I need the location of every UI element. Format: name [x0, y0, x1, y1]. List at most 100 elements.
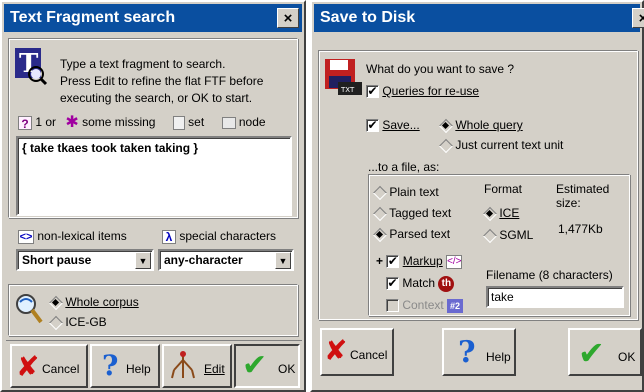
- radio-selected[interactable]: [440, 120, 452, 132]
- plain-text-radio[interactable]: Plain text: [374, 182, 451, 203]
- checkbox-checked[interactable]: ✔: [366, 85, 379, 99]
- tagged-text-label: Tagged text: [389, 206, 452, 220]
- angle-brackets-icon: <>: [18, 229, 34, 244]
- cancel-label: Cancel: [42, 362, 80, 376]
- whole-query-label: Whole query: [455, 118, 523, 132]
- set-icon: [172, 115, 185, 130]
- query-textarea[interactable]: { take tkaes took taken taking }: [16, 136, 292, 216]
- help-question-icon: ?: [458, 335, 476, 370]
- checkbox-checked[interactable]: ✔: [386, 277, 399, 291]
- format-ice-radio[interactable]: ICE: [484, 206, 519, 220]
- ok-label: OK: [618, 350, 636, 364]
- cancel-button[interactable]: ✘ Cancel: [320, 328, 394, 376]
- cancel-x-icon: ✘: [16, 351, 40, 382]
- intro-line-2: Press Edit to refine the flat FTF before: [60, 74, 264, 88]
- title-bar: Text Fragment search ×: [4, 4, 302, 32]
- pause-select-value: Short pause: [22, 253, 92, 267]
- radio-selected[interactable]: [50, 297, 62, 309]
- intro-line-1: Type a text fragment to search.: [60, 57, 226, 71]
- radio-unselected[interactable]: [374, 187, 386, 199]
- estimated-size-value: 1,477Kb: [558, 222, 603, 236]
- radio-selected[interactable]: [374, 229, 386, 241]
- radio-unselected[interactable]: [484, 230, 496, 242]
- save-checkbox[interactable]: ✔ Save...: [366, 118, 420, 133]
- expand-plus-icon: +: [376, 254, 384, 268]
- close-button[interactable]: ×: [277, 8, 299, 28]
- checkbox-checked[interactable]: ✔: [386, 255, 400, 269]
- context-label: Context: [402, 298, 444, 312]
- markup-tag-icon: </>: [446, 254, 463, 269]
- text-search-icon: T: [14, 46, 48, 86]
- question-mark-icon: ?: [18, 115, 32, 131]
- legend-row: ? 1 or ✱ some missing set node: [18, 113, 266, 131]
- nonlexical-label: non-lexical items: [37, 229, 127, 243]
- ok-button[interactable]: ✔ OK: [234, 344, 300, 388]
- special-characters-button[interactable]: λ special characters: [162, 228, 276, 244]
- format-sgml-radio[interactable]: SGML: [484, 228, 533, 242]
- special-characters-label: special characters: [179, 229, 277, 243]
- checkbox-checked[interactable]: ✔: [366, 119, 379, 133]
- lambda-icon: λ: [162, 229, 176, 244]
- help-button[interactable]: ? Help: [90, 344, 160, 388]
- help-label: Help: [126, 362, 151, 376]
- character-select-value: any-character: [164, 253, 243, 267]
- parsed-options: + ✔ Markup </> ✔ Match th Context #2: [376, 250, 464, 316]
- close-button[interactable]: ×: [632, 8, 644, 28]
- tagged-text-radio[interactable]: Tagged text: [374, 203, 451, 224]
- radio-selected[interactable]: [484, 208, 496, 220]
- format-label: Format: [484, 182, 523, 196]
- checkbox-disabled[interactable]: [386, 299, 399, 313]
- intro-line-3: executing the search, or OK to start.: [60, 91, 253, 105]
- legend-some-missing: some missing: [82, 115, 156, 129]
- title-bar: Save to Disk ×: [314, 4, 644, 32]
- cancel-button[interactable]: ✘ Cancel: [10, 344, 88, 388]
- window-title: Save to Disk: [320, 9, 416, 26]
- tree-icon: [170, 350, 196, 385]
- match-badge-icon: th: [438, 275, 455, 292]
- legend-set: set: [188, 115, 205, 129]
- corpus-option-label: Whole corpus: [65, 295, 139, 309]
- legend-node: node: [238, 115, 266, 129]
- to-file-label: ...to a file, as:: [368, 160, 440, 174]
- markup-checkbox[interactable]: + ✔ Markup </>: [376, 250, 463, 272]
- corpus-option-whole[interactable]: Whole corpus: [50, 292, 139, 312]
- context-badge-icon: #2: [447, 298, 464, 313]
- chevron-down-icon[interactable]: ▼: [275, 252, 291, 269]
- checkmark-icon: ✔: [242, 349, 268, 382]
- help-label: Help: [486, 350, 511, 364]
- format-sgml-label: SGML: [499, 228, 534, 242]
- estimated-size-label: Estimated size:: [556, 182, 610, 210]
- save-label: Save...: [382, 118, 420, 132]
- nonlexical-button[interactable]: <> non-lexical items: [18, 228, 127, 244]
- save-to-disk-window: Save to Disk × TXT What do you want to s…: [310, 0, 644, 392]
- window-title: Text Fragment search: [10, 9, 176, 26]
- character-select[interactable]: any-character ▼: [158, 249, 294, 271]
- cancel-label: Cancel: [350, 348, 388, 362]
- corpus-magnifier-icon: [14, 292, 44, 329]
- ok-button[interactable]: ✔ OK: [568, 328, 642, 376]
- svg-text:TXT: TXT: [340, 86, 355, 94]
- pause-select[interactable]: Short pause ▼: [16, 249, 154, 271]
- radio-unselected[interactable]: [440, 140, 452, 152]
- star-icon: ✱: [65, 113, 79, 131]
- corpus-option-ice-gb[interactable]: ICE-GB: [50, 312, 139, 332]
- edit-button[interactable]: Edit: [162, 344, 232, 388]
- ok-label: OK: [278, 362, 296, 376]
- text-type-options: Plain text Tagged text Parsed text: [374, 182, 451, 245]
- parsed-text-label: Parsed text: [389, 227, 451, 241]
- queries-reuse-checkbox[interactable]: ✔ Queries for re-use: [366, 84, 479, 99]
- help-button[interactable]: ? Help: [442, 328, 516, 376]
- context-checkbox[interactable]: Context #2: [376, 294, 464, 316]
- corpus-option-label: ICE-GB: [65, 315, 107, 329]
- intro-text: Type a text fragment to search. Press Ed…: [60, 56, 263, 107]
- just-current-label: Just current text unit: [455, 138, 564, 152]
- just-current-radio[interactable]: Just current text unit: [440, 138, 563, 152]
- radio-unselected[interactable]: [374, 208, 386, 220]
- checkmark-icon: ✔: [578, 335, 605, 371]
- match-checkbox[interactable]: ✔ Match th: [376, 272, 463, 294]
- radio-unselected[interactable]: [50, 317, 62, 329]
- chevron-down-icon[interactable]: ▼: [135, 252, 151, 269]
- parsed-text-radio[interactable]: Parsed text: [374, 224, 451, 245]
- filename-input[interactable]: take: [486, 286, 624, 308]
- whole-query-radio[interactable]: Whole query: [440, 118, 523, 132]
